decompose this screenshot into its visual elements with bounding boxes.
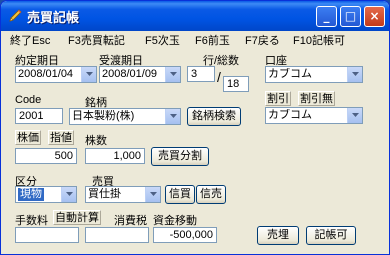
commission-label: 手数料	[15, 215, 48, 227]
menu-back[interactable]: F7戻る	[245, 32, 280, 48]
credit-buy-button[interactable]: 信買	[165, 185, 195, 204]
quantity-label: 株数	[85, 135, 107, 147]
stock-search-button[interactable]: 銘柄検索	[187, 107, 241, 126]
code-label: Code	[15, 94, 42, 106]
contract-date-picker[interactable]: 2008/01/04	[15, 66, 97, 83]
auto-calc-button[interactable]: 自動計算	[53, 210, 101, 225]
split-trade-button[interactable]: 売買分割	[151, 147, 209, 166]
menu-next-lot[interactable]: F5次玉	[145, 32, 180, 48]
chevron-down-icon[interactable]	[165, 109, 180, 124]
credit-sell-button[interactable]: 信売	[196, 185, 226, 204]
chevron-down-icon[interactable]	[165, 67, 180, 82]
consumption-tax-field[interactable]	[85, 227, 149, 243]
price-field[interactable]: 500	[15, 148, 77, 164]
menu-record-enable[interactable]: F10記帳可	[293, 32, 345, 48]
fund-transfer-label: 資金移動	[153, 215, 197, 227]
settlement-date-picker[interactable]: 2008/01/09	[99, 66, 181, 83]
chevron-down-icon[interactable]	[145, 187, 160, 202]
row-total-separator: /	[217, 69, 221, 85]
discount-value: カブコム	[268, 109, 312, 121]
maximize-button[interactable]: □	[340, 6, 361, 27]
chevron-down-icon[interactable]	[347, 108, 362, 123]
menu-exit[interactable]: 終了Esc	[10, 32, 50, 48]
fund-transfer-field[interactable]: -500,000	[153, 227, 217, 243]
no-discount-button[interactable]: 割引無	[298, 91, 335, 106]
menu-bar: 終了Esc F3売買転記 F5次玉 F6前玉 F7戻る F10記帳可	[1, 31, 389, 47]
contract-date-value: 2008/01/04	[18, 68, 74, 80]
limit-price-button[interactable]: 指値	[48, 130, 74, 145]
trade-record-window: 売買記帳 _ □ × 終了Esc F3売買転記 F5次玉 F6前玉 F7戻る F…	[0, 0, 390, 255]
category-value: 現物	[18, 188, 44, 201]
window-title: 売買記帳	[27, 10, 80, 25]
code-field[interactable]: 2001	[15, 108, 63, 124]
chevron-down-icon[interactable]	[81, 67, 96, 82]
settlement-date-value: 2008/01/09	[102, 68, 158, 80]
category-select[interactable]: 現物	[15, 186, 77, 203]
trade-select[interactable]: 買仕掛	[85, 186, 161, 203]
account-value: カブコム	[268, 68, 312, 80]
chevron-down-icon[interactable]	[347, 67, 362, 82]
minimize-button[interactable]: _	[316, 6, 337, 27]
chevron-down-icon[interactable]	[61, 187, 76, 202]
consumption-tax-label: 消費税	[114, 215, 147, 227]
pencil-icon	[9, 9, 22, 22]
discount-select[interactable]: カブコム	[265, 107, 363, 124]
menu-trade-transfer[interactable]: F3売買転記	[68, 32, 125, 48]
trade-value: 買仕掛	[88, 188, 121, 200]
stock-select[interactable]: 日本製粉(株)	[69, 108, 181, 125]
quantity-field[interactable]: 1,000	[85, 148, 145, 164]
total-count-field: 18	[223, 76, 249, 92]
record-enable-button[interactable]: 記帳可	[306, 226, 356, 245]
account-select[interactable]: カブコム	[265, 66, 363, 83]
stock-value: 日本製粉(株)	[72, 110, 135, 122]
stock-price-button[interactable]: 株価	[15, 130, 41, 145]
trade-exit-button[interactable]: 売埋	[257, 226, 299, 245]
commission-field[interactable]	[15, 227, 79, 243]
discount-button[interactable]: 割引	[265, 91, 291, 106]
close-button[interactable]: ×	[364, 6, 385, 27]
menu-prev-lot[interactable]: F6前玉	[195, 32, 230, 48]
row-number-field[interactable]: 3	[187, 66, 215, 82]
title-bar[interactable]: 売買記帳 _ □ ×	[1, 1, 389, 31]
